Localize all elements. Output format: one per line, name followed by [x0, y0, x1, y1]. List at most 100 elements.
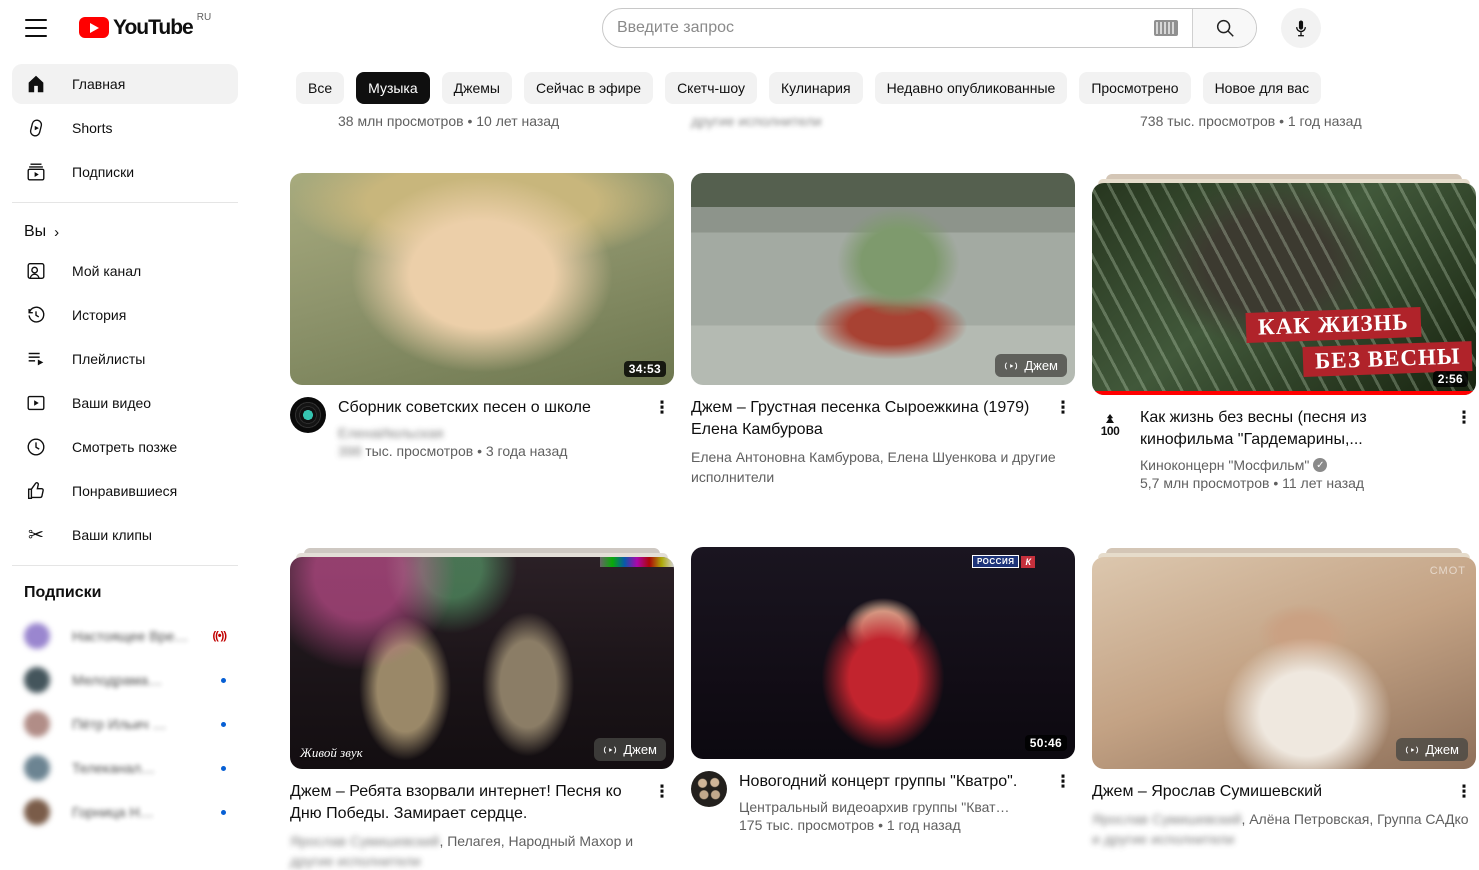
video-meta: 398 тыс. просмотров • 3 года назад	[338, 443, 674, 459]
sidebar-item-your-videos[interactable]: Ваши видео	[12, 383, 238, 423]
subscription-channel[interactable]: Горница Н…	[12, 790, 238, 834]
sidebar-item-my-channel[interactable]: Мой канал	[12, 251, 238, 291]
chip-new-to-you[interactable]: Новое для вас	[1203, 72, 1322, 104]
thumbnail-banner-text: КАК ЖИЗНЬ	[1245, 307, 1421, 343]
kebab-menu-icon[interactable]: ⋮	[1051, 771, 1075, 793]
thumbnail-corner-label: Живой звук	[300, 745, 363, 761]
chip-music[interactable]: Музыка	[356, 72, 430, 104]
duration-badge: 50:46	[1025, 735, 1067, 751]
sidebar-item-label: Ваши видео	[72, 395, 151, 411]
video-meta: другие исполнители	[691, 113, 1075, 129]
subscriptions-icon	[24, 160, 48, 184]
video-card: 34:53 Сборник советских песен о школе ⋮ …	[290, 173, 674, 491]
channel-avatar[interactable]	[691, 771, 727, 807]
subscription-channel[interactable]: Пётр Ильич …	[12, 702, 238, 746]
color-bars	[600, 557, 674, 567]
scissors-icon: ✂	[24, 523, 48, 547]
youtube-logo[interactable]: YouTube RU	[79, 14, 211, 41]
search-button[interactable]	[1192, 9, 1256, 47]
video-meta: 175 тыс. просмотров • 1 год назад	[739, 817, 1075, 833]
kebab-menu-icon[interactable]: ⋮	[650, 397, 674, 419]
sidebar-item-watch-later[interactable]: Смотреть позже	[12, 427, 238, 467]
broadcast-play-icon	[1405, 743, 1419, 757]
video-thumbnail[interactable]: СМОТ Джем	[1092, 557, 1476, 769]
youtube-play-icon	[79, 17, 109, 38]
microphone-icon	[1291, 18, 1311, 38]
chip-all[interactable]: Все	[296, 72, 344, 104]
channel-avatar[interactable]	[290, 397, 326, 433]
sidebar-item-label: Плейлисты	[72, 351, 145, 367]
logo-region-label: RU	[197, 12, 211, 23]
chip-live[interactable]: Сейчас в эфире	[524, 72, 653, 104]
sidebar-item-label: Смотреть позже	[72, 439, 177, 455]
sidebar-item-label: Главная	[72, 76, 125, 92]
shorts-icon	[24, 116, 48, 140]
video-byline: Ярослав Сумишевский, Пелагея, Народный М…	[290, 831, 674, 870]
sidebar-item-liked-videos[interactable]: Понравившиеся	[12, 471, 238, 511]
video-card: РОССИЯК 50:46 Новогодний концерт группы …	[691, 547, 1075, 870]
kebab-menu-icon[interactable]: ⋮	[1452, 407, 1476, 429]
sidebar-item-subscriptions[interactable]: Подписки	[12, 152, 238, 192]
filter-chips-bar: Все Музыка Джемы Сейчас в эфире Скетч-шо…	[296, 72, 1479, 104]
watch-progress-bar	[1092, 391, 1476, 395]
sidebar-divider	[12, 565, 238, 566]
verified-badge-icon: ✓	[1313, 458, 1327, 472]
kebab-menu-icon[interactable]: ⋮	[650, 781, 674, 803]
channel-avatar[interactable]: 100	[1092, 407, 1128, 443]
video-thumbnail[interactable]: Джем	[691, 173, 1075, 385]
chip-sketch-shows[interactable]: Скетч-шоу	[665, 72, 757, 104]
search-bar	[602, 8, 1257, 48]
chip-recently-uploaded[interactable]: Недавно опубликованные	[875, 72, 1068, 104]
youtube-home-page: YouTube RU	[0, 0, 1479, 870]
chip-jams[interactable]: Джемы	[442, 72, 512, 104]
video-title[interactable]: Как жизнь без весны (песня из кинофильма…	[1140, 407, 1452, 451]
subscription-channel[interactable]: Телеканал…	[12, 746, 238, 790]
sidebar-item-your-clips[interactable]: ✂ Ваши клипы	[12, 515, 238, 555]
chevron-right-icon: ›	[54, 224, 59, 241]
video-byline: Ярослав Сумишевский, Алёна Петровская, Г…	[1092, 809, 1476, 849]
subscription-channel[interactable]: Настоящее Вре… ((•))	[12, 614, 238, 658]
video-title[interactable]: Сборник советских песен о школе	[338, 397, 650, 419]
channel-name[interactable]: Киноконцерн "Мосфильм" ✓	[1140, 457, 1476, 473]
video-title[interactable]: Новогодний концерт группы "Кватро".	[739, 771, 1051, 793]
sidebar-item-shorts[interactable]: Shorts	[12, 108, 238, 148]
sidebar-item-playlists[interactable]: Плейлисты	[12, 339, 238, 379]
channel-avatar	[24, 667, 50, 693]
voice-search-button[interactable]	[1281, 8, 1321, 48]
kebab-menu-icon[interactable]: ⋮	[1452, 781, 1476, 803]
channel-avatar	[24, 623, 50, 649]
video-thumbnail[interactable]: РОССИЯК 50:46	[691, 547, 1075, 759]
sidebar-section-you[interactable]: Вы ›	[12, 217, 238, 251]
chip-watched[interactable]: Просмотрено	[1079, 72, 1190, 104]
new-content-dot	[221, 810, 226, 815]
video-title[interactable]: Джем – Грустная песенка Сыроежкина (1979…	[691, 397, 1051, 441]
thumbs-up-icon	[24, 479, 48, 503]
kebab-menu-icon[interactable]: ⋮	[1051, 397, 1075, 419]
new-content-dot	[221, 722, 226, 727]
channel-name[interactable]: ЕленаИюльская	[338, 425, 674, 441]
keyboard-icon[interactable]	[1154, 20, 1178, 36]
main-content: Все Музыка Джемы Сейчас в эфире Скетч-шо…	[250, 56, 1479, 870]
home-icon	[24, 72, 48, 96]
search-input[interactable]	[617, 19, 1146, 37]
sidebar-item-label: Ваши клипы	[72, 527, 152, 543]
watch-later-icon	[24, 435, 48, 459]
jam-badge: Джем	[995, 354, 1067, 377]
hamburger-menu-icon[interactable]	[23, 16, 49, 40]
sidebar-item-history[interactable]: История	[12, 295, 238, 335]
video-title[interactable]: Джем – Ребята взорвали интернет! Песня к…	[290, 781, 650, 825]
video-title[interactable]: Джем – Ярослав Сумишевский	[1092, 781, 1452, 803]
video-card: Джем Джем – Грустная песенка Сыроежкина …	[691, 173, 1075, 491]
tv-watermark: СМОТ	[1430, 565, 1466, 577]
sidebar-item-home[interactable]: Главная	[12, 64, 238, 104]
duration-badge: 34:53	[624, 361, 666, 377]
video-thumbnail[interactable]: Живой звук Джем	[290, 557, 674, 769]
video-thumbnail[interactable]: 34:53	[290, 173, 674, 385]
channel-name[interactable]: Центральный видеоархив группы "Кват…	[739, 799, 1075, 815]
video-byline: Елена Антоновна Камбурова, Елена Шуенков…	[691, 447, 1075, 487]
video-meta: 738 тыс. просмотров • 1 год назад	[1092, 113, 1476, 129]
video-thumbnail[interactable]: КАК ЖИЗНЬ БЕЗ ВЕСНЫ 2:56	[1092, 183, 1476, 395]
video-card: КАК ЖИЗНЬ БЕЗ ВЕСНЫ 2:56 100 Как жизнь б…	[1092, 183, 1476, 491]
chip-cooking[interactable]: Кулинария	[769, 72, 863, 104]
subscription-channel[interactable]: Мелодрама…	[12, 658, 238, 702]
